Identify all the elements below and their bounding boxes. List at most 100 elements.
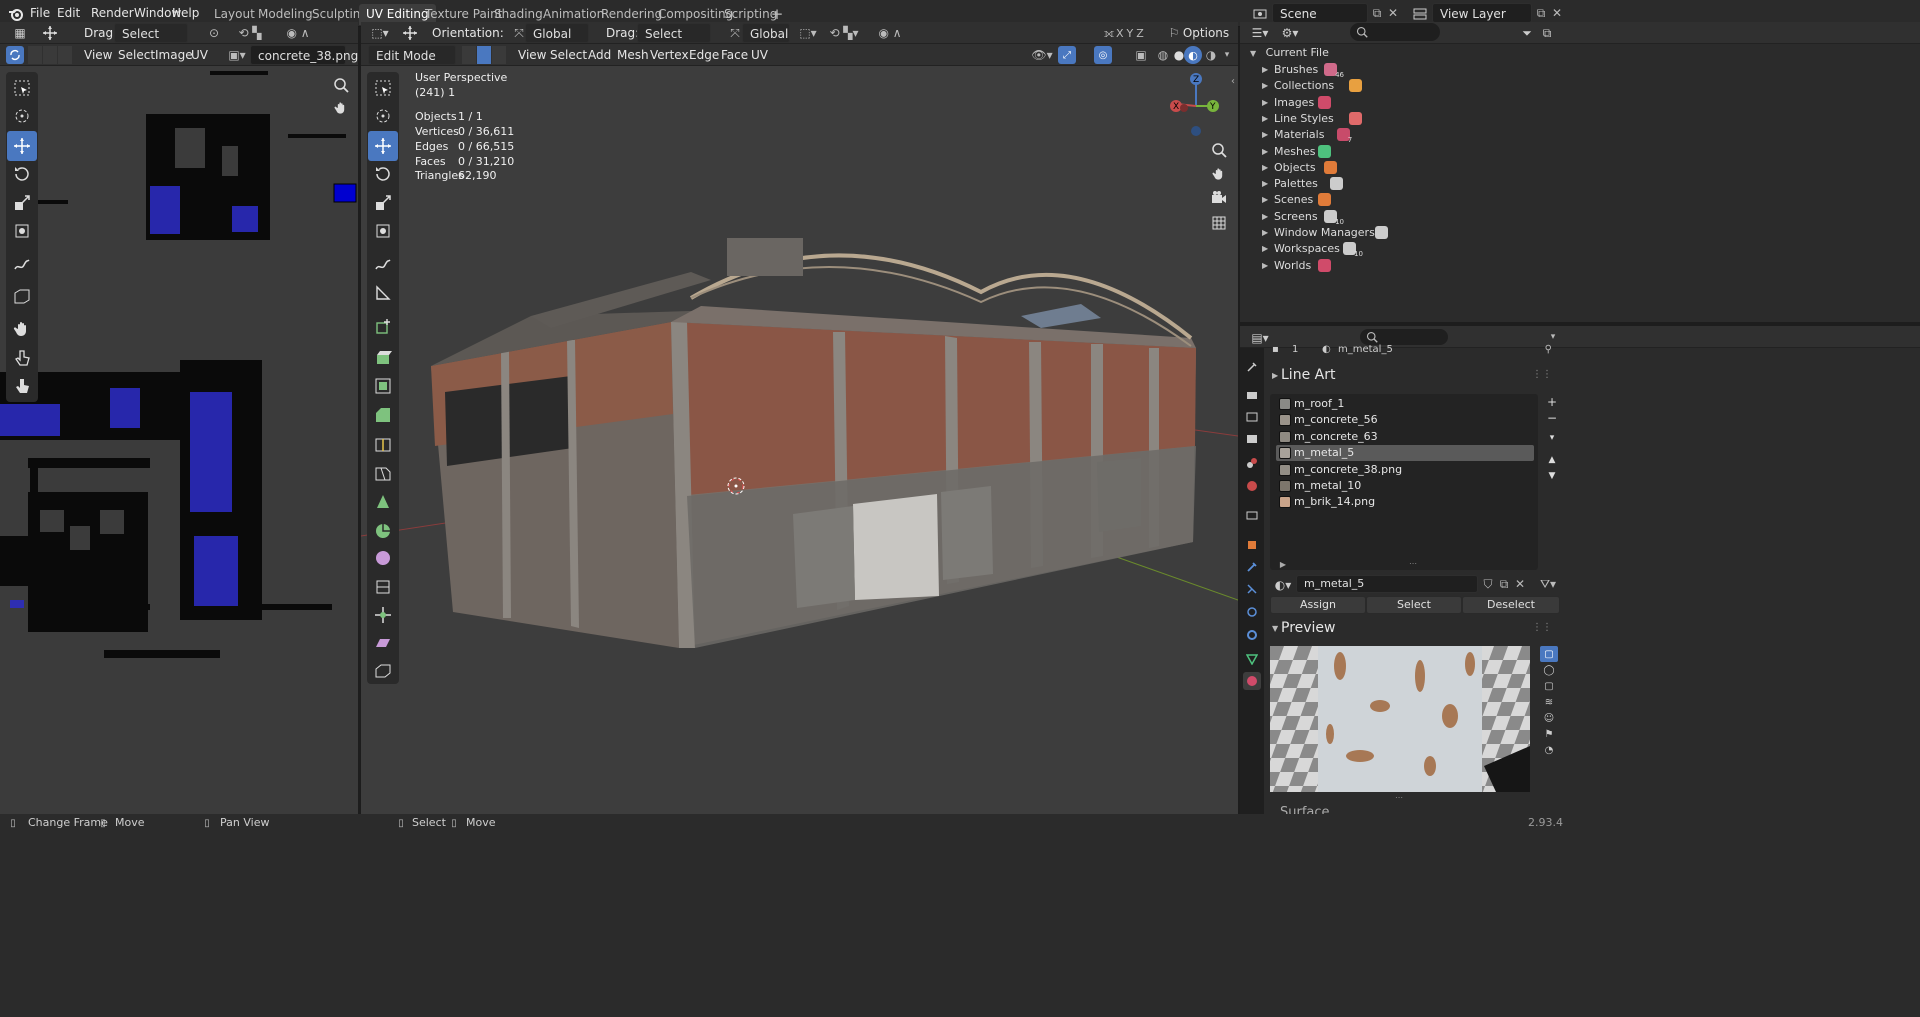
- display-mode-icon[interactable]: ⚙▾: [1278, 24, 1302, 42]
- viewport-editor-type-icon[interactable]: ⬚▾: [368, 24, 392, 42]
- menu-edit[interactable]: Edit: [51, 4, 86, 23]
- material-shading-icon[interactable]: ◐: [1184, 46, 1202, 64]
- list-expand-icon[interactable]: ▶: [1278, 559, 1288, 569]
- scene-tab-icon[interactable]: [1243, 454, 1261, 472]
- pivot-icon[interactable]: ⊙: [204, 24, 224, 42]
- preview-resize-handle-icon[interactable]: ⋯: [1390, 792, 1408, 802]
- world-tab-icon[interactable]: [1243, 477, 1261, 495]
- pin-icon[interactable]: ▪: [1272, 344, 1279, 355]
- preview-shader-ball-icon[interactable]: ◔: [1540, 742, 1558, 758]
- snapping-icon[interactable]: ⟲ ▚▾: [824, 24, 864, 42]
- viewport-menu-add[interactable]: Add: [588, 45, 611, 65]
- constraints-tab-icon[interactable]: [1243, 626, 1261, 644]
- uv-drag-select[interactable]: Select Box: [114, 23, 188, 61]
- fake-user-icon[interactable]: ⛉: [1480, 576, 1496, 592]
- drag-handle-icon[interactable]: ⋮⋮: [1532, 369, 1552, 380]
- tool-cursor[interactable]: [368, 101, 398, 131]
- perspective-toggle-icon[interactable]: [1208, 212, 1230, 234]
- proportional-editing-icon[interactable]: ◉ ∧: [870, 24, 910, 42]
- face-mode-icon[interactable]: [58, 46, 72, 64]
- menu-help[interactable]: Help: [166, 4, 205, 23]
- properties-editor-type-icon[interactable]: ▤▾: [1248, 329, 1272, 347]
- move-slot-down-icon[interactable]: ▼: [1544, 468, 1560, 484]
- tool-measure[interactable]: [368, 278, 398, 308]
- uv-tool-cursor[interactable]: [7, 101, 37, 131]
- visibility-icon[interactable]: 👁▾: [1030, 46, 1054, 64]
- preview-cube-icon[interactable]: ▢: [1540, 678, 1558, 694]
- mirror-y-toggle[interactable]: Y: [1127, 27, 1134, 40]
- viewport-zoom-icon[interactable]: [1208, 139, 1230, 161]
- preview-sphere-icon[interactable]: ◯: [1540, 662, 1558, 678]
- duplicate-material-icon[interactable]: ⧉: [1496, 576, 1512, 592]
- list-resize-handle-icon[interactable]: ⋯: [1404, 558, 1422, 568]
- mesh-select-mode[interactable]: [462, 46, 506, 64]
- viewport-drag-select[interactable]: Select Box: [637, 23, 711, 61]
- tool-knife[interactable]: [368, 458, 398, 488]
- overlays-toggle-icon[interactable]: ◎: [1094, 46, 1112, 64]
- edge-mode-icon[interactable]: [43, 46, 57, 64]
- expand-down-icon[interactable]: ▼: [1250, 49, 1256, 58]
- snap-target-icon[interactable]: ⬚▾: [796, 24, 820, 42]
- tool-edge-slide[interactable]: [368, 572, 398, 602]
- material-slot-row[interactable]: m_metal_5: [1276, 445, 1534, 462]
- uv-tool-select-box[interactable]: [7, 73, 37, 103]
- viewport-menu-edge[interactable]: Edge: [689, 45, 719, 65]
- uv-tool-scale[interactable]: [7, 188, 37, 218]
- viewport-menu-select[interactable]: Select: [550, 45, 587, 65]
- snap-icon[interactable]: ⟲ ▚: [232, 24, 268, 42]
- viewport-menu-face[interactable]: Face: [721, 45, 748, 65]
- uv-tool-rotate[interactable]: [7, 159, 37, 189]
- viewport-menu-uv[interactable]: UV: [751, 45, 768, 65]
- preview-plane-icon[interactable]: ▢: [1540, 646, 1558, 662]
- orientation-select[interactable]: Global: [525, 23, 589, 43]
- close-view-layer-icon[interactable]: ✕: [1549, 5, 1565, 21]
- tool-rotate[interactable]: [368, 159, 398, 189]
- transform-pivot-select[interactable]: Global: [742, 23, 790, 43]
- preview-monkey-icon[interactable]: ☺: [1540, 710, 1558, 726]
- preview-world-icon[interactable]: ⚑: [1540, 726, 1558, 742]
- image-browse-icon[interactable]: ▣▾: [225, 46, 249, 64]
- gizmo-toggle-icon[interactable]: ⤢: [1058, 46, 1076, 64]
- zoom-icon[interactable]: [330, 74, 352, 96]
- tool-annotate[interactable]: [368, 250, 398, 280]
- preview-hair-icon[interactable]: ≋: [1540, 694, 1558, 710]
- uv-tool-rip[interactable]: [7, 281, 37, 311]
- xray-icon[interactable]: ▣: [1132, 46, 1150, 64]
- options-button[interactable]: Options: [1180, 23, 1232, 43]
- viewport-menu-mesh[interactable]: Mesh: [617, 45, 649, 65]
- editor-type-icon[interactable]: ▦: [8, 24, 32, 42]
- uv-menu-select[interactable]: Select: [118, 45, 155, 65]
- uv-tool-grab[interactable]: [7, 314, 37, 344]
- link-type-icon[interactable]: ⛛▾: [1536, 576, 1560, 592]
- tool-tab-icon[interactable]: [1243, 358, 1261, 376]
- uv-menu-uv[interactable]: UV: [191, 45, 208, 65]
- add-slot-icon[interactable]: +: [1544, 394, 1560, 410]
- physics-tab-icon[interactable]: [1243, 603, 1261, 621]
- proportional-edit-icon[interactable]: ◉ ∧: [280, 24, 316, 42]
- preview-panel-header[interactable]: ▼ Preview ⋮⋮: [1270, 620, 1560, 640]
- tool-add-cube[interactable]: [368, 312, 398, 342]
- tool-transform[interactable]: [368, 216, 398, 246]
- uv-tool-relax[interactable]: [7, 343, 37, 373]
- edge-select-icon[interactable]: [477, 46, 491, 64]
- material-tab-icon[interactable]: [1243, 672, 1261, 690]
- uv-menu-image[interactable]: Image: [155, 45, 193, 65]
- material-slot-row[interactable]: m_roof_1: [1276, 396, 1534, 412]
- new-scene-icon[interactable]: ⧉: [1369, 5, 1385, 21]
- tool-bevel[interactable]: [368, 400, 398, 430]
- material-slot-row[interactable]: m_metal_10: [1276, 478, 1534, 494]
- mode-select[interactable]: Edit Mode: [368, 45, 456, 65]
- tool-smooth[interactable]: [368, 543, 398, 573]
- scene-field[interactable]: Scene: [1272, 3, 1368, 23]
- output-tab-icon[interactable]: [1243, 408, 1261, 426]
- material-slot-row[interactable]: m_concrete_56: [1276, 412, 1534, 428]
- tool-rip-region[interactable]: [368, 656, 398, 686]
- tool-shrink-fatten[interactable]: [368, 600, 398, 630]
- tool-scale[interactable]: [368, 188, 398, 218]
- uv-tool-annotate[interactable]: [7, 250, 37, 280]
- deselect-button[interactable]: Deselect: [1462, 596, 1560, 614]
- tool-poly-build[interactable]: [368, 487, 398, 517]
- scene-icon[interactable]: [1250, 4, 1270, 24]
- new-view-layer-icon[interactable]: ⧉: [1533, 5, 1549, 21]
- vertex-mode-icon[interactable]: [28, 46, 42, 64]
